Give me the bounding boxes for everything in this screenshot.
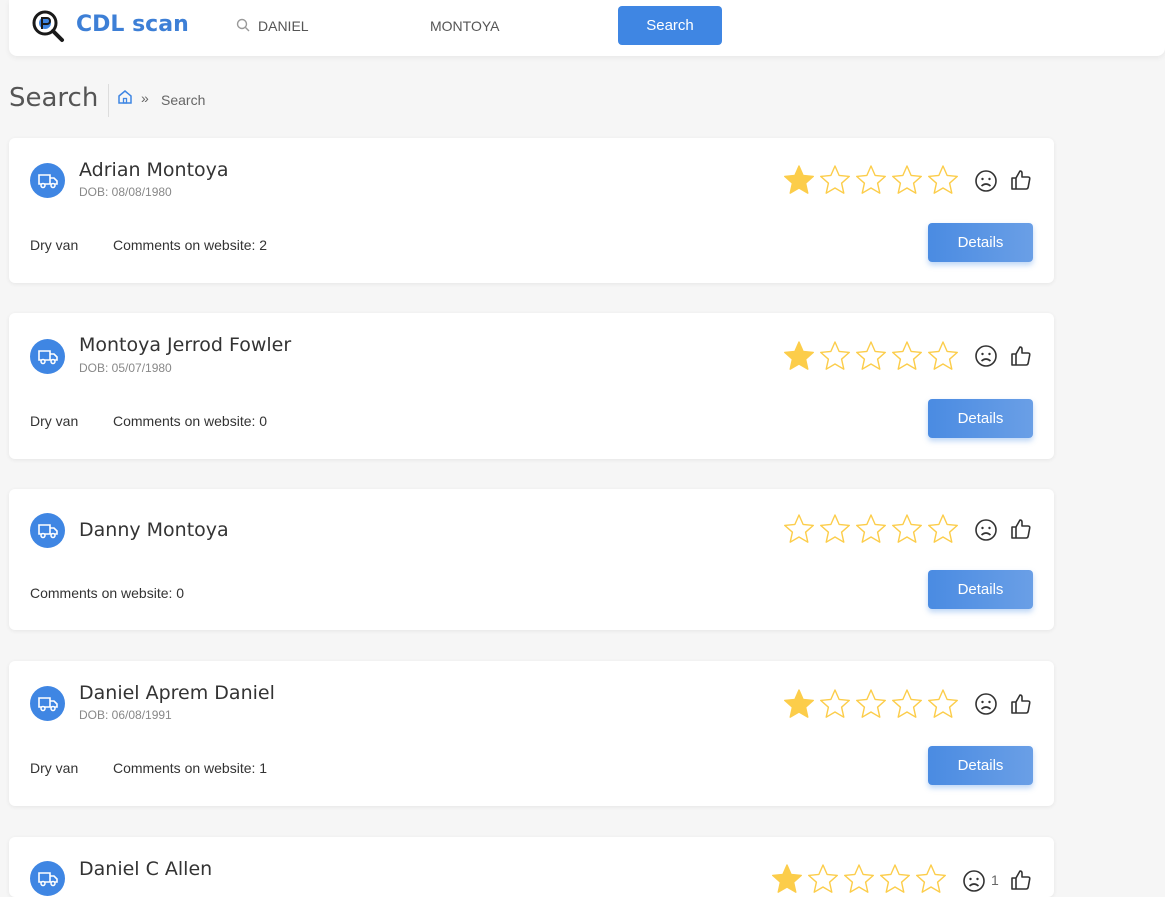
- truck-avatar: [30, 513, 65, 548]
- rating-stars[interactable]: [770, 862, 950, 896]
- star-outline-icon[interactable]: [890, 339, 924, 373]
- driver-card: Montoya Jerrod Fowler DOB: 05/07/1980 Dr…: [9, 313, 1054, 459]
- thumbs-up-icon[interactable]: [1009, 692, 1033, 716]
- comments-count: Comments on website: 0: [30, 585, 185, 601]
- star-outline-icon[interactable]: [818, 512, 852, 546]
- star-outline-icon[interactable]: [806, 862, 840, 896]
- star-outline-icon[interactable]: [782, 512, 816, 546]
- page-title: Search: [9, 83, 99, 113]
- comments-count: Comments on website: 0: [113, 413, 268, 429]
- rating-stars[interactable]: [782, 512, 962, 546]
- star-outline-icon[interactable]: [914, 862, 948, 896]
- logo-icon: [32, 10, 64, 42]
- truck-icon: [38, 350, 58, 365]
- equipment-type: Dry van: [30, 413, 79, 429]
- driver-name[interactable]: Danny Montoya: [79, 519, 229, 541]
- driver-card: Danny Montoya Comments on website: 0 Det…: [9, 489, 1054, 630]
- star-outline-icon[interactable]: [890, 163, 924, 197]
- rating-stars[interactable]: [782, 163, 962, 197]
- star-filled-icon[interactable]: [770, 862, 804, 896]
- star-outline-icon[interactable]: [926, 163, 960, 197]
- driver-name[interactable]: Daniel Aprem Daniel: [79, 682, 275, 704]
- star-outline-icon[interactable]: [842, 862, 876, 896]
- star-outline-icon[interactable]: [818, 339, 852, 373]
- truck-icon: [38, 872, 58, 887]
- thumbs-up-icon[interactable]: [1009, 344, 1033, 368]
- star-outline-icon[interactable]: [818, 687, 852, 721]
- comments-count: Comments on website: 1: [113, 760, 268, 776]
- sad-face-icon[interactable]: [974, 518, 998, 542]
- search-icon: [236, 18, 250, 32]
- search-button[interactable]: Search: [618, 6, 722, 45]
- thumbs-up-icon[interactable]: [1009, 868, 1033, 892]
- details-button[interactable]: Details: [928, 223, 1033, 262]
- truck-icon: [38, 174, 58, 189]
- app-name[interactable]: CDL scan: [76, 12, 189, 37]
- last-name-input[interactable]: [428, 13, 602, 39]
- home-icon[interactable]: [117, 89, 133, 105]
- thumbs-up-icon[interactable]: [1009, 168, 1033, 192]
- star-filled-icon[interactable]: [782, 163, 816, 197]
- star-outline-icon[interactable]: [926, 339, 960, 373]
- details-button[interactable]: Details: [928, 399, 1033, 438]
- rating-stars[interactable]: [782, 339, 962, 373]
- star-outline-icon[interactable]: [926, 687, 960, 721]
- breadcrumb-separator: »: [141, 90, 149, 106]
- driver-dob: DOB: 06/08/1991: [79, 708, 172, 722]
- driver-card: Adrian Montoya DOB: 08/08/1980 Dry van C…: [9, 138, 1054, 283]
- breadcrumb-current: Search: [161, 92, 206, 108]
- driver-dob: DOB: 05/07/1980: [79, 361, 172, 375]
- sad-face-icon[interactable]: [974, 692, 998, 716]
- thumbs-up-icon[interactable]: [1009, 517, 1033, 541]
- truck-avatar: [30, 686, 65, 721]
- truck-icon: [38, 524, 58, 539]
- star-outline-icon[interactable]: [926, 512, 960, 546]
- driver-card: Daniel Aprem Daniel DOB: 06/08/1991 Dry …: [9, 661, 1054, 806]
- star-outline-icon[interactable]: [854, 163, 888, 197]
- driver-name[interactable]: Adrian Montoya: [79, 159, 229, 181]
- star-filled-icon[interactable]: [782, 687, 816, 721]
- comments-count: Comments on website: 2: [113, 237, 268, 253]
- star-outline-icon[interactable]: [818, 163, 852, 197]
- truck-avatar: [30, 163, 65, 198]
- star-outline-icon[interactable]: [890, 687, 924, 721]
- first-name-input[interactable]: [256, 13, 410, 39]
- equipment-type: Dry van: [30, 237, 79, 253]
- star-outline-icon[interactable]: [890, 512, 924, 546]
- rating-stars[interactable]: [782, 687, 962, 721]
- header-divider: [108, 84, 109, 117]
- details-button[interactable]: Details: [928, 570, 1033, 609]
- top-bar: CDL scan Search: [9, 0, 1165, 56]
- truck-icon: [38, 697, 58, 712]
- truck-avatar: [30, 339, 65, 374]
- driver-dob: DOB: 08/08/1980: [79, 185, 172, 199]
- truck-avatar: [30, 861, 65, 896]
- sad-count: 1: [991, 872, 999, 888]
- star-outline-icon[interactable]: [878, 862, 912, 896]
- star-outline-icon[interactable]: [854, 687, 888, 721]
- driver-card: Daniel C Allen 1: [9, 837, 1054, 897]
- star-outline-icon[interactable]: [854, 339, 888, 373]
- equipment-type: Dry van: [30, 760, 79, 776]
- sad-face-icon[interactable]: [962, 869, 986, 893]
- driver-name[interactable]: Daniel C Allen: [79, 858, 212, 880]
- star-filled-icon[interactable]: [782, 339, 816, 373]
- sad-face-icon[interactable]: [974, 169, 998, 193]
- star-outline-icon[interactable]: [854, 512, 888, 546]
- driver-name[interactable]: Montoya Jerrod Fowler: [79, 334, 291, 356]
- sad-face-icon[interactable]: [974, 344, 998, 368]
- details-button[interactable]: Details: [928, 746, 1033, 785]
